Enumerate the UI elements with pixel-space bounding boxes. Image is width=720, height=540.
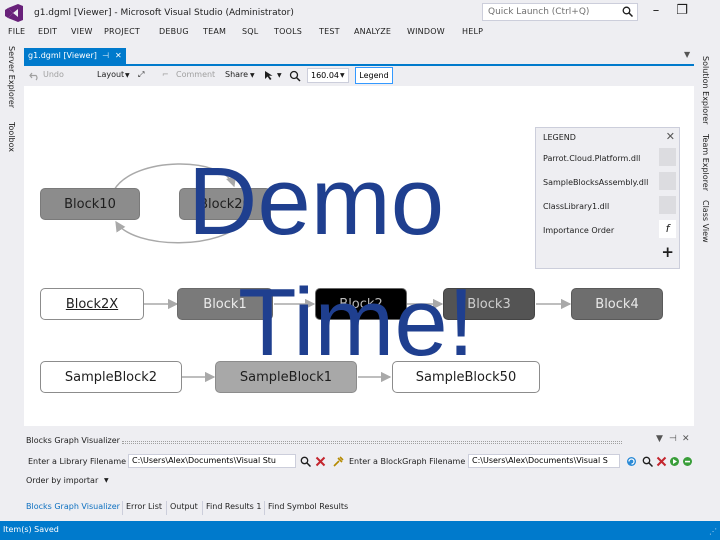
overlay-text-time: Time! [238,269,475,376]
legend-entry-classlibrary1: ClassLibrary1.dll [543,202,610,211]
undo-icon [29,72,38,81]
graph-node-block4[interactable]: Block4 [571,288,663,320]
legend-swatch-2[interactable] [659,172,676,190]
legend-entry-importance-order: Importance Order [543,226,615,235]
run-icon[interactable] [669,456,680,467]
delete-icon-2[interactable] [656,456,667,467]
tab-separator [122,501,123,515]
panel-close-icon[interactable]: ✕ [682,434,690,444]
menu-view[interactable]: VIEW [71,27,93,36]
blockgraph-filename-label: Enter a BlockGraph Filename [349,457,466,466]
clear-icon[interactable] [333,456,344,467]
stop-icon[interactable] [682,456,693,467]
menu-window[interactable]: WINDOW [407,27,445,36]
tab-find-symbol-results[interactable]: Find Symbol Results [268,502,348,511]
refresh-icon[interactable] [626,456,637,467]
blocks-graph-visualizer-panel: Blocks Graph Visualizer ▼ ⊣ ✕ Enter a Li… [24,433,694,517]
share-dropdown-icon[interactable]: ▼ [250,72,255,79]
menu-file[interactable]: FILE [8,27,25,36]
legend-toggle-button[interactable]: Legend [355,67,393,84]
order-by-select[interactable]: Order by importar [26,476,98,485]
menu-debug[interactable]: DEBUG [159,27,189,36]
document-tab-label: g1.dgml [Viewer] [28,51,97,60]
menu-help[interactable]: HELP [462,27,483,36]
legend-swatch-3[interactable] [659,196,676,214]
graph-toolbar: Undo Layout ▼ ⤢ ⌐ Comment Share ▼ ▼ 160.… [24,66,694,86]
pointer-dropdown-icon[interactable]: ▼ [277,72,282,79]
visual-studio-logo-icon [5,4,23,22]
legend-entry-sampleblocksassembly: SampleBlocksAssembly.dll [543,178,649,187]
zoom-icon [289,70,301,82]
comment-button[interactable]: Comment [176,70,215,79]
resize-grip-icon[interactable]: ⋰ [709,527,717,536]
order-by-dropdown-icon[interactable]: ▼ [104,477,109,484]
panel-dropdown-icon[interactable]: ▼ [656,434,663,444]
pin-icon[interactable]: ⊣ [102,51,109,60]
tab-separator [202,501,203,515]
toolbox-tab[interactable]: Toolbox [7,122,16,152]
layout-button[interactable]: Layout [97,70,124,79]
zoom-tool-icon[interactable] [264,70,275,81]
magnify-icon[interactable] [300,456,311,467]
document-tab-g1-dgml[interactable]: g1.dgml [Viewer] ⊣ ✕ [24,48,126,64]
panel-grip[interactable] [122,441,622,444]
menu-sql[interactable]: SQL [242,27,258,36]
title-bar: g1.dgml [Viewer] - Microsoft Visual Stud… [0,0,720,26]
legend-title: LEGEND [543,133,576,142]
tab-overflow-dropdown-icon[interactable]: ▼ [684,50,690,59]
share-button[interactable]: Share [225,70,248,79]
menu-project[interactable]: PROJECT [104,27,140,36]
search-icon [622,6,633,17]
tab-error-list[interactable]: Error List [126,502,162,511]
layout-direction-icon[interactable]: ⤢ [138,70,144,80]
comment-icon: ⌐ [162,70,169,79]
zoom-dropdown-icon[interactable]: ▼ [340,72,345,79]
graph-node-block10[interactable]: Block10 [40,188,140,220]
tab-separator [264,501,265,515]
tab-output[interactable]: Output [170,502,198,511]
menu-team[interactable]: TEAM [203,27,226,36]
tab-find-results-1[interactable]: Find Results 1 [206,502,261,511]
function-icon[interactable]: f [659,220,676,238]
class-view-tab[interactable]: Class View [701,200,710,243]
menu-test[interactable]: TEST [319,27,340,36]
quick-launch-input[interactable]: Quick Launch (Ctrl+Q) [482,3,638,21]
layout-dropdown-icon[interactable]: ▼ [125,72,130,79]
graph-node-block2x[interactable]: Block2X [40,288,144,320]
legend-swatch-1[interactable] [659,148,676,166]
blockgraph-filename-input[interactable]: C:\Users\Alex\Documents\Visual S [468,454,620,468]
add-legend-item-icon[interactable]: + [661,243,674,261]
magnify-icon-2[interactable] [642,456,653,467]
library-filename-input[interactable]: C:\Users\Alex\Documents\Visual Stu [128,454,296,468]
menu-analyze[interactable]: ANALYZE [354,27,391,36]
legend-entry-parrot-cloud-platform: Parrot.Cloud.Platform.dll [543,154,641,163]
menu-bar: FILE EDIT VIEW PROJECT DEBUG TEAM SQL TO… [0,27,700,41]
panel-pin-icon[interactable]: ⊣ [669,434,677,444]
window-title: g1.dgml [Viewer] - Microsoft Visual Stud… [34,8,294,18]
menu-tools[interactable]: TOOLS [274,27,302,36]
close-icon[interactable]: ✕ [115,51,122,60]
delete-icon[interactable] [315,456,326,467]
panel-title: Blocks Graph Visualizer [26,436,120,445]
restore-button[interactable]: ❐ [672,3,692,19]
status-bar: Item(s) Saved ⋰ [0,521,720,540]
graph-node-sampleblock2[interactable]: SampleBlock2 [40,361,182,393]
tab-blocks-graph-visualizer[interactable]: Blocks Graph Visualizer [26,502,120,511]
server-explorer-tab[interactable]: Server Explorer [7,46,16,108]
team-explorer-tab[interactable]: Team Explorer [701,134,710,191]
minimize-button[interactable]: – [646,3,666,19]
undo-button[interactable]: Undo [43,70,64,79]
legend-panel: LEGEND ✕ Parrot.Cloud.Platform.dll Sampl… [535,127,680,269]
quick-launch-placeholder: Quick Launch (Ctrl+Q) [488,7,590,17]
solution-explorer-tab[interactable]: Solution Explorer [701,56,710,124]
visual-studio-window: g1.dgml [Viewer] - Microsoft Visual Stud… [0,0,720,540]
menu-edit[interactable]: EDIT [38,27,57,36]
overlay-text-demo: Demo [188,148,445,255]
status-text: Item(s) Saved [3,525,59,534]
library-filename-label: Enter a Library Filename [28,457,127,466]
tab-separator [166,501,167,515]
legend-close-icon[interactable]: ✕ [666,130,675,143]
